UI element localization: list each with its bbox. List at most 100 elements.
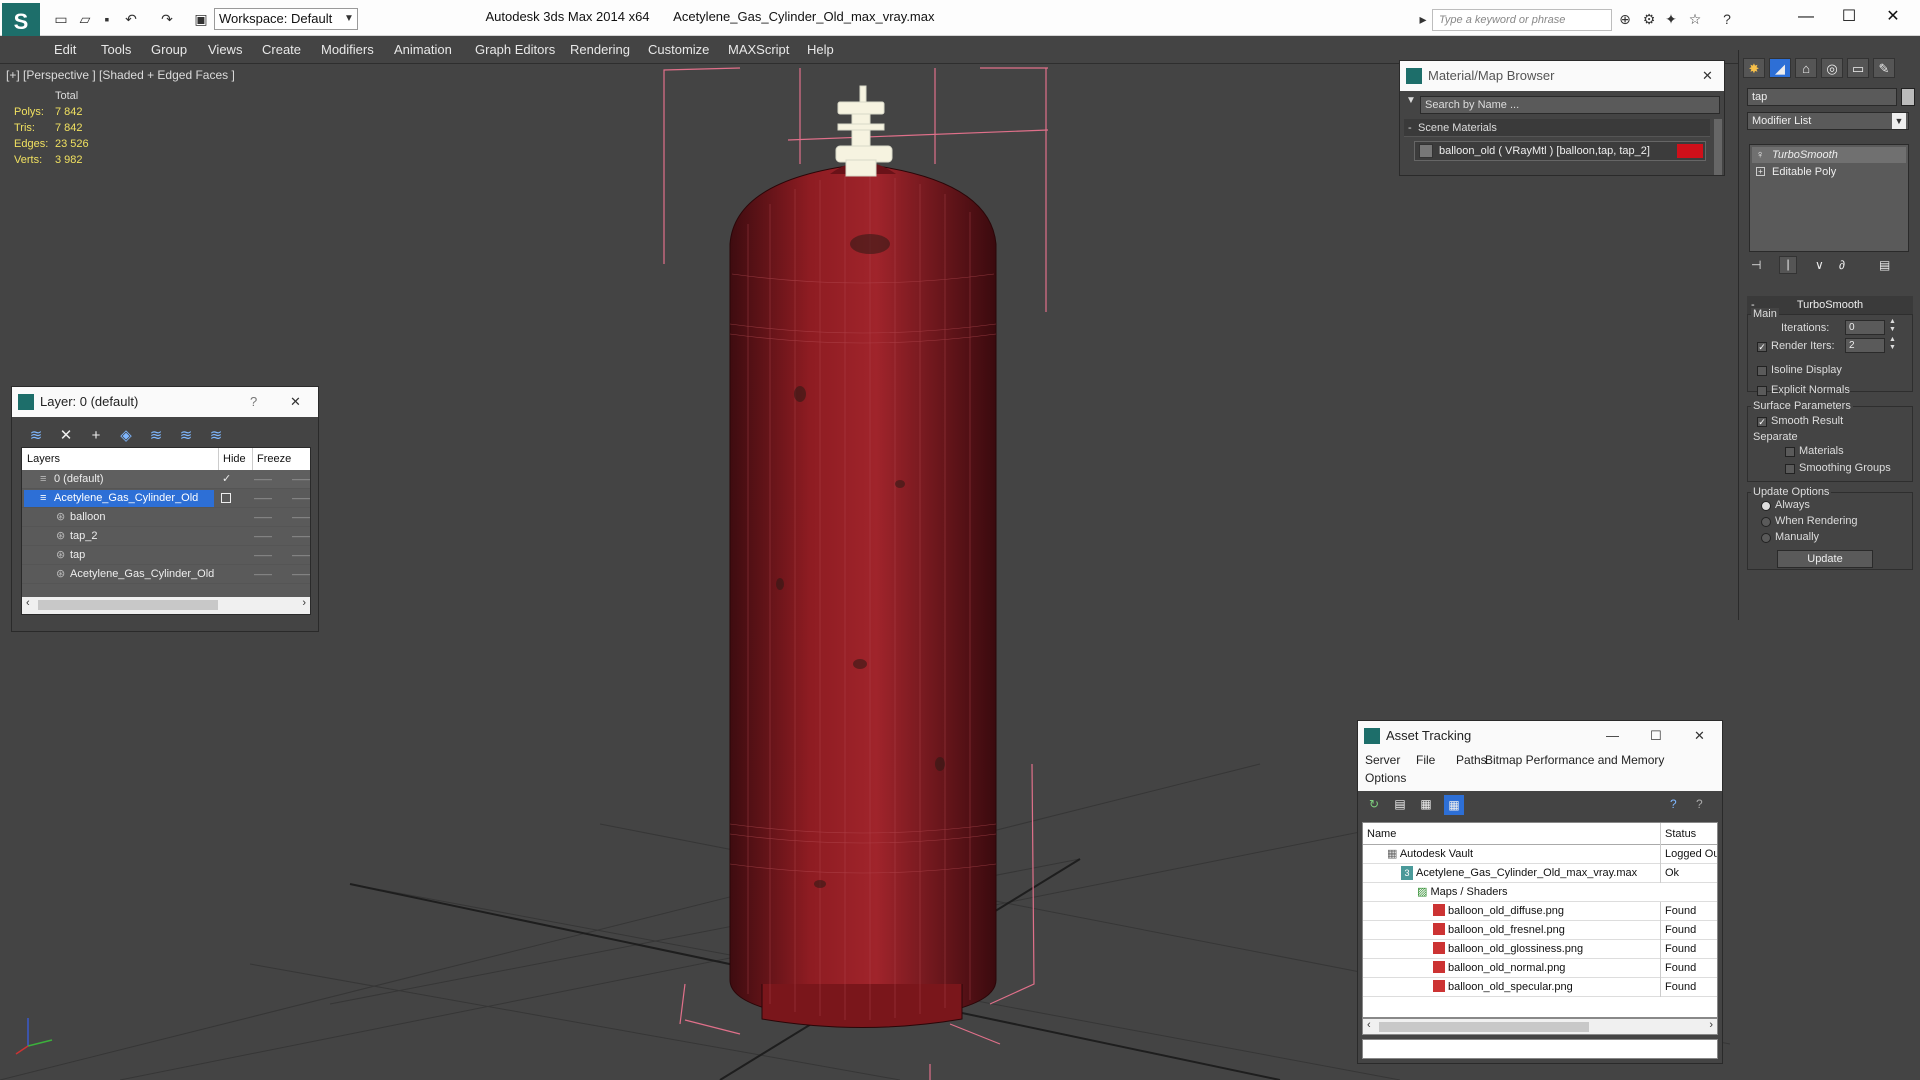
freeze-toggle[interactable]: —— — [292, 470, 310, 489]
menu-group[interactable]: Group — [151, 42, 187, 57]
chevron-down-icon[interactable]: ▼ — [1892, 113, 1906, 129]
menu-file[interactable]: File — [1416, 753, 1435, 767]
smooth-result-checkbox[interactable]: ✓ — [1757, 417, 1767, 427]
table-row[interactable]: balloon_old_diffuse.png Found — [1363, 902, 1717, 921]
make-unique-icon[interactable]: ∨ — [1815, 258, 1824, 272]
hide-toggle[interactable]: —— — [254, 565, 272, 584]
valve-tap-model[interactable] — [835, 85, 893, 177]
delete-layer-icon[interactable]: ✕ — [56, 426, 76, 446]
remove-modifier-icon[interactable]: ∂ — [1839, 258, 1845, 272]
highlight-layer-icon[interactable]: ≋ — [146, 426, 166, 446]
horizontal-scrollbar[interactable]: ‹ › — [22, 597, 310, 614]
motion-tab-icon[interactable]: ◎ — [1821, 58, 1843, 78]
isoline-display-checkbox[interactable] — [1757, 366, 1767, 376]
menu-paths[interactable]: Paths — [1456, 753, 1487, 767]
pin-stack-icon[interactable]: ⊣ — [1751, 258, 1761, 272]
help-icon[interactable]: ? — [1718, 10, 1736, 28]
display-tab-icon[interactable]: ▭ — [1847, 58, 1869, 78]
update-when-rendering-radio[interactable] — [1761, 517, 1771, 527]
modifier-stack-item[interactable]: ♀ TurboSmooth — [1752, 147, 1906, 163]
help-icon[interactable]: ? — [1670, 797, 1677, 811]
options-dropdown-icon[interactable]: ▼ — [1406, 95, 1416, 106]
column-hide[interactable]: Hide — [218, 448, 246, 470]
menu-maxscript[interactable]: MAXScript — [728, 42, 789, 57]
column-name[interactable]: Name — [1367, 823, 1396, 845]
expand-icon[interactable]: + — [1756, 167, 1765, 176]
update-button[interactable]: Update — [1777, 550, 1873, 568]
configure-sets-icon[interactable]: ▤ — [1879, 258, 1890, 272]
freeze-toggle[interactable]: —— — [292, 527, 310, 546]
utilities-tab-icon[interactable]: ✎ — [1873, 58, 1895, 78]
minimize-icon[interactable]: — — [1783, 4, 1829, 30]
minimize-icon[interactable]: — — [1606, 721, 1619, 751]
menu-edit[interactable]: Edit — [54, 42, 76, 57]
freeze-toggle[interactable]: —— — [292, 565, 310, 584]
add-to-layer-icon[interactable]: + — [86, 426, 106, 446]
table-row[interactable]: balloon_old_fresnel.png Found — [1363, 921, 1717, 940]
subscription-icon[interactable]: ⚙ — [1640, 10, 1658, 28]
vertical-scrollbar[interactable] — [1714, 119, 1722, 175]
menu-modifiers[interactable]: Modifiers — [321, 42, 374, 57]
spinner-arrows-icon[interactable]: ▲ ▼ — [1889, 318, 1896, 334]
refresh-icon[interactable]: ↻ — [1366, 797, 1382, 813]
layer-row[interactable]: ⊛ tap —— —— — [22, 546, 310, 565]
close-icon[interactable]: ✕ — [290, 387, 301, 417]
update-manually-radio[interactable] — [1761, 533, 1771, 543]
hide-toggle[interactable]: —— — [254, 546, 272, 565]
scrollbar-thumb[interactable] — [1379, 1022, 1589, 1032]
column-layers[interactable]: Layers — [27, 448, 60, 470]
table-row[interactable]: 3 Acetylene_Gas_Cylinder_Old_max_vray.max… — [1363, 864, 1717, 883]
layer-row[interactable]: ≡ 0 (default) ✓ —— —— — [22, 470, 310, 489]
create-layer-icon[interactable]: ≋ — [26, 426, 46, 446]
layer-row[interactable]: ⊛ tap_2 —— —— — [22, 527, 310, 546]
menu-server[interactable]: Server — [1365, 753, 1400, 767]
maximize-icon[interactable]: ☐ — [1826, 4, 1872, 30]
create-tab-icon[interactable]: ✸ — [1743, 58, 1765, 78]
collapse-icon[interactable]: - — [1408, 119, 1412, 137]
spinner-arrows-icon[interactable]: ▲ ▼ — [1889, 336, 1896, 352]
layer-panel-title-bar[interactable]: Layer: 0 (default) ? ✕ — [12, 387, 318, 417]
freeze-toggle[interactable]: —— — [292, 508, 310, 527]
close-icon[interactable]: ✕ — [1702, 61, 1713, 91]
menu-create[interactable]: Create — [262, 42, 301, 57]
menu-help[interactable]: Help — [807, 42, 834, 57]
lightbulb-icon[interactable]: ♀ — [1756, 147, 1764, 163]
material-item[interactable]: balloon_old ( VRayMtl ) [balloon,tap, ta… — [1414, 141, 1706, 161]
active-layer-check-icon[interactable]: ✓ — [222, 470, 231, 489]
object-name-input[interactable]: tap — [1747, 88, 1897, 106]
column-status[interactable]: Status — [1660, 823, 1717, 845]
menu-animation[interactable]: Animation — [394, 42, 452, 57]
layer-row-selected[interactable]: ≡ Acetylene_Gas_Cylinder_Old —— —— — [22, 489, 310, 508]
favorites-star-icon[interactable]: ☆ — [1686, 10, 1704, 28]
modifier-list-select[interactable]: Modifier List ▼ — [1747, 112, 1909, 130]
hide-all-icon[interactable]: ≋ — [176, 426, 196, 446]
freeze-all-icon[interactable]: ≋ — [206, 426, 226, 446]
menu-views[interactable]: Views — [208, 42, 242, 57]
select-objects-icon[interactable]: ◈ — [116, 426, 136, 446]
menu-customize[interactable]: Customize — [648, 42, 709, 57]
viewport-label[interactable]: [+] [Perspective ] [Shaded + Edged Faces… — [6, 68, 235, 82]
scroll-left-icon[interactable]: ‹ — [1367, 1019, 1371, 1031]
scroll-right-icon[interactable]: › — [302, 597, 306, 609]
table-view-icon[interactable]: ▦ — [1444, 795, 1464, 815]
hierarchy-tab-icon[interactable]: ⌂ — [1795, 58, 1817, 78]
separate-materials-checkbox[interactable] — [1785, 447, 1795, 457]
menu-graph-editors[interactable]: Graph Editors — [475, 42, 555, 57]
close-icon[interactable]: ✕ — [1870, 4, 1916, 30]
scene-materials-group[interactable]: - Scene Materials — [1404, 119, 1710, 137]
help-icon[interactable]: ? — [250, 387, 257, 417]
communication-icon[interactable]: ✦ — [1662, 10, 1680, 28]
close-icon[interactable]: ✕ — [1694, 721, 1705, 751]
hide-toggle[interactable]: —— — [254, 489, 272, 508]
table-row[interactable]: ▨ Maps / Shaders — [1363, 883, 1717, 902]
vault-help-icon[interactable]: ? — [1696, 797, 1703, 811]
horizontal-scrollbar[interactable]: ‹ › — [1362, 1018, 1718, 1035]
maximize-icon[interactable]: ☐ — [1650, 721, 1662, 751]
render-iters-spinner[interactable]: 2 — [1845, 338, 1885, 353]
material-browser-title-bar[interactable]: Material/Map Browser ✕ — [1400, 61, 1724, 91]
freeze-toggle[interactable]: —— — [292, 489, 310, 508]
menu-bitmap-performance-label[interactable]: Bitmap Performance and Memory — [1485, 753, 1664, 767]
asset-tracking-title-bar[interactable]: Asset Tracking — ☐ ✕ — [1358, 721, 1722, 751]
layer-row[interactable]: ⊛ balloon —— —— — [22, 508, 310, 527]
hide-toggle[interactable]: —— — [254, 527, 272, 546]
